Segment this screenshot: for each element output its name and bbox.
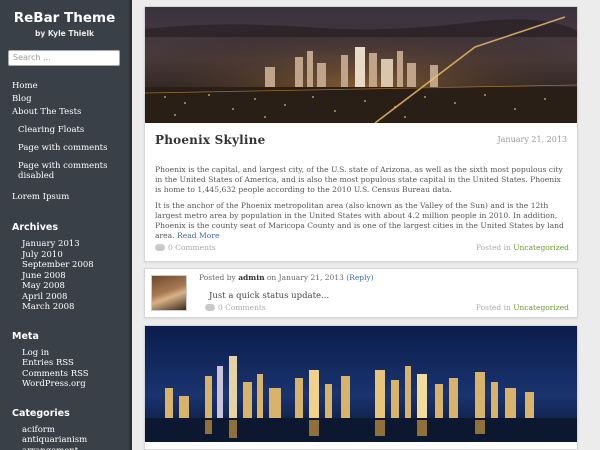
post-category: Posted in Uncategorized bbox=[476, 243, 569, 252]
nav-item-page-with-comments[interactable]: Page with comments bbox=[0, 142, 129, 155]
comments-link[interactable]: 0 Comments bbox=[155, 243, 216, 252]
archive-link[interactable]: March 2008 bbox=[0, 302, 129, 313]
nav-item-blog[interactable]: Blog bbox=[0, 93, 129, 106]
sidebar: ReBar Theme by Kyle Thielk Search ... Ho… bbox=[0, 0, 132, 450]
reply-link[interactable]: (Reply) bbox=[346, 273, 373, 282]
archive-link[interactable]: July 2010 bbox=[0, 250, 129, 261]
meta-link-log-in[interactable]: Log in bbox=[0, 348, 129, 359]
post-status-update: Posted by admin on January 21, 2013 (Rep… bbox=[144, 268, 578, 318]
categories-title: Categories bbox=[12, 407, 70, 419]
meta-link-wordpress-org[interactable]: WordPress.org bbox=[0, 379, 129, 390]
meta-link-entries-rss[interactable]: Entries RSS bbox=[0, 358, 129, 369]
comment-bubble-icon bbox=[155, 244, 165, 251]
archive-link[interactable]: April 2008 bbox=[0, 292, 129, 303]
status-meta: Posted by admin on January 21, 2013 (Rep… bbox=[199, 273, 374, 282]
avatar[interactable] bbox=[151, 275, 187, 311]
nav-item-clearing-floats[interactable]: Clearing Floats bbox=[0, 124, 129, 137]
search-input[interactable]: Search ... bbox=[8, 50, 120, 66]
meta-list: Log in Entries RSS Comments RSS WordPres… bbox=[0, 348, 129, 390]
comment-bubble-icon bbox=[205, 304, 215, 311]
post-footer: 0 Comments Posted in Uncategorized bbox=[151, 243, 569, 255]
category-link[interactable]: Uncategorized bbox=[513, 243, 569, 252]
phoenix-skyline-image[interactable] bbox=[145, 7, 577, 123]
read-more-link[interactable]: Read More bbox=[177, 231, 220, 240]
posted-by-label: Posted by bbox=[199, 273, 236, 282]
status-footer: 0 Comments Posted in Uncategorized bbox=[199, 303, 569, 313]
archive-link[interactable]: May 2008 bbox=[0, 281, 129, 292]
post-date: January 21, 2013 bbox=[497, 135, 567, 144]
nav-item-about-the-tests[interactable]: About The Tests bbox=[0, 106, 129, 119]
archives-list: January 2013 July 2010 September 2008 Ju… bbox=[0, 239, 129, 313]
city-skyline-image[interactable] bbox=[145, 326, 577, 442]
meta-title: Meta bbox=[12, 330, 39, 342]
post-excerpt: Phoenix is the capital, and largest city… bbox=[155, 165, 567, 241]
post-city-skyline bbox=[144, 325, 578, 450]
comments-count: 0 Comments bbox=[168, 243, 216, 252]
category-link[interactable]: antiquarianism bbox=[0, 435, 129, 446]
archive-link[interactable]: June 2008 bbox=[0, 271, 129, 282]
meta-link-comments-rss[interactable]: Comments RSS bbox=[0, 369, 129, 380]
main-nav: Home Blog About The Tests Clearing Float… bbox=[0, 80, 129, 204]
archive-link[interactable]: September 2008 bbox=[0, 260, 129, 271]
status-text: Just a quick status update... bbox=[209, 291, 330, 301]
nav-item-home[interactable]: Home bbox=[0, 80, 129, 93]
comments-count: 0 Comments bbox=[218, 303, 266, 312]
category-link[interactable]: Uncategorized bbox=[513, 303, 569, 312]
comments-link[interactable]: 0 Comments bbox=[205, 303, 266, 312]
post-paragraph: It is the anchor of the Phoenix metropol… bbox=[155, 201, 567, 241]
archives-title: Archives bbox=[12, 222, 58, 233]
category-link[interactable]: aciform bbox=[0, 425, 129, 436]
archive-link[interactable]: January 2013 bbox=[0, 239, 129, 250]
category-link[interactable]: arrangement bbox=[0, 446, 129, 450]
posted-in-label: Posted in bbox=[475, 303, 511, 312]
post-paragraph: Phoenix is the capital, and largest city… bbox=[155, 165, 563, 194]
post-phoenix-skyline: Phoenix Skyline January 21, 2013 Phoenix… bbox=[144, 6, 578, 262]
posted-in-label: Posted in bbox=[475, 243, 511, 252]
post-category: Posted in Uncategorized bbox=[476, 303, 569, 312]
nav-item-lorem-ipsum[interactable]: Lorem Ipsum bbox=[0, 191, 129, 204]
status-date: on January 21, 2013 bbox=[266, 273, 344, 282]
site-byline: by Kyle Thielk bbox=[34, 29, 95, 38]
author-link[interactable]: admin bbox=[238, 273, 264, 282]
categories-list: aciform antiquarianism arrangement asmod… bbox=[0, 425, 129, 450]
site-title[interactable]: ReBar Theme bbox=[0, 10, 129, 26]
